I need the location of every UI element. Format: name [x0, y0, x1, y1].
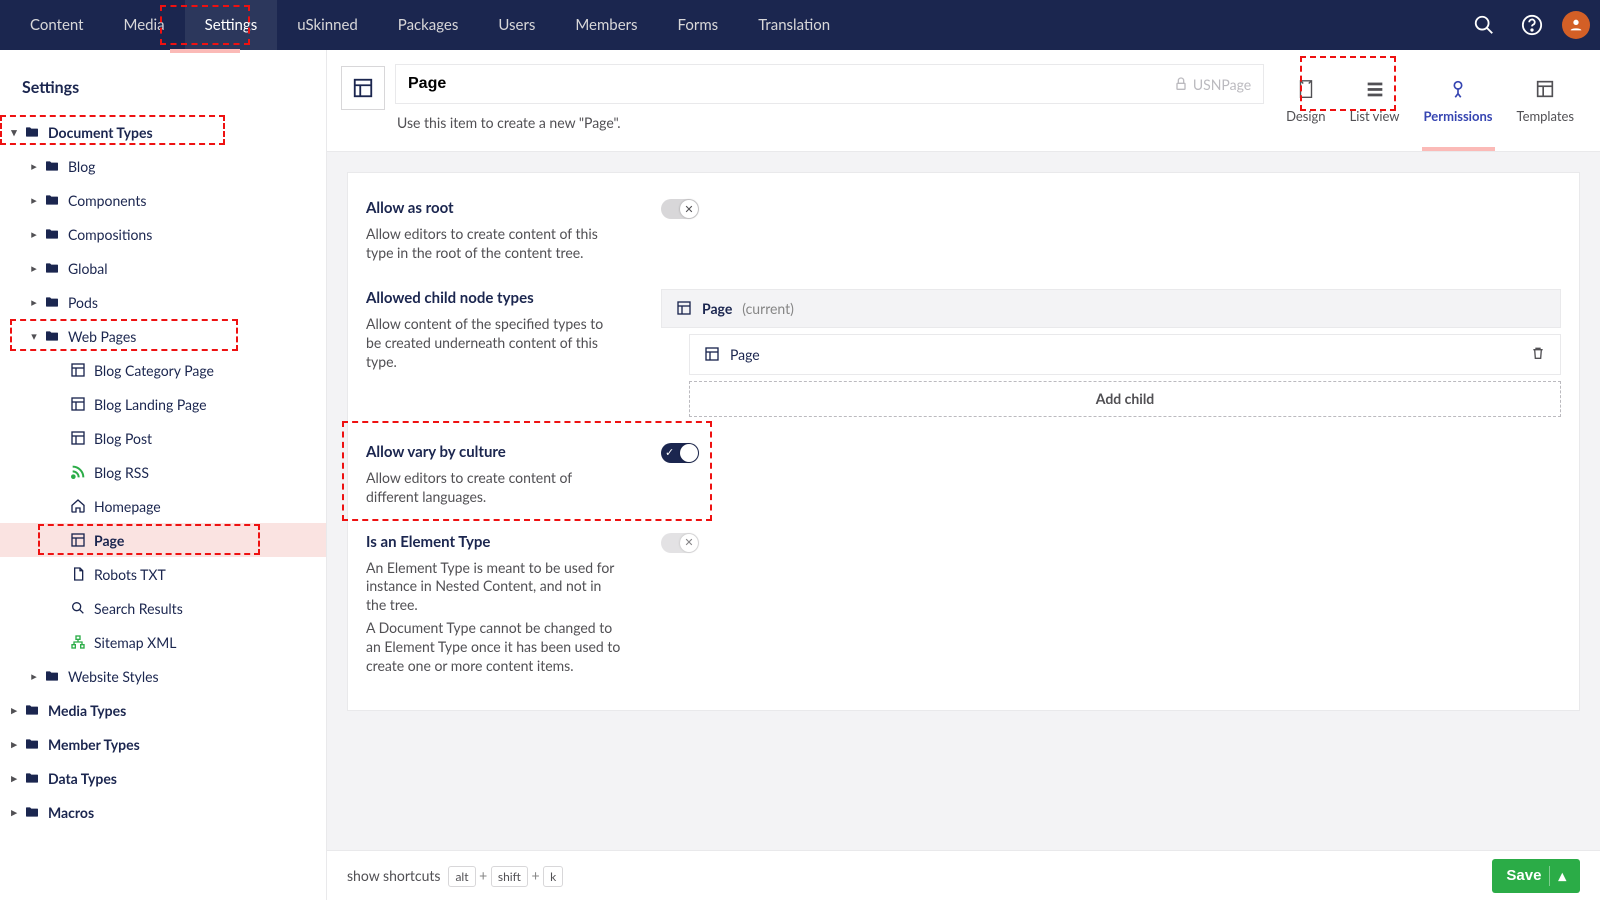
tree-website-styles[interactable]: ▸Website Styles: [0, 659, 326, 693]
doctype-icon[interactable]: [341, 66, 385, 110]
caret-icon: ▸: [6, 704, 22, 717]
element-type-toggle: ✕: [661, 533, 699, 553]
shortcuts-label[interactable]: show shortcuts: [347, 867, 440, 884]
caret-icon: ▸: [26, 296, 42, 309]
save-button[interactable]: Save ▴: [1492, 859, 1580, 893]
caret-icon: ▸: [26, 670, 42, 683]
tab-list-view[interactable]: List view: [1338, 60, 1412, 141]
tab-permissions[interactable]: Permissions: [1412, 60, 1505, 141]
nav-uskinned[interactable]: uSkinned: [277, 0, 378, 50]
tree-pods[interactable]: ▸Pods: [0, 285, 326, 319]
tree-search-results[interactable]: Search Results: [0, 591, 326, 625]
element-type-label: Is an Element Type: [366, 533, 621, 551]
allow-root-label: Allow as root: [366, 199, 621, 217]
nav-packages[interactable]: Packages: [378, 0, 479, 50]
trash-icon[interactable]: [1530, 345, 1546, 364]
layout-icon: [68, 396, 88, 412]
list-icon: [1364, 78, 1386, 103]
home-icon: [68, 498, 88, 514]
folder-icon: [22, 702, 42, 718]
caret-icon: ▸: [6, 738, 22, 751]
layout-icon: [68, 532, 88, 548]
tree-global[interactable]: ▸Global: [0, 251, 326, 285]
element-type-desc1: An Element Type is meant to be used for …: [366, 559, 621, 616]
nav-users[interactable]: Users: [478, 0, 555, 50]
allowed-children-desc: Allow content of the specified types to …: [366, 315, 621, 372]
tree-blog-post[interactable]: Blog Post: [0, 421, 326, 455]
tree-blog[interactable]: ▸Blog: [0, 149, 326, 183]
caret-icon: ▸: [26, 160, 42, 173]
folder-icon: [42, 260, 62, 276]
search-icon[interactable]: [1466, 7, 1502, 43]
tree-homepage[interactable]: Homepage: [0, 489, 326, 523]
nav-forms[interactable]: Forms: [658, 0, 739, 50]
allowed-child-current: Page (current): [661, 289, 1561, 328]
tree-components[interactable]: ▸Components: [0, 183, 326, 217]
design-icon: [1295, 78, 1317, 103]
allow-root-toggle[interactable]: ✕: [661, 199, 699, 219]
nav-settings[interactable]: Settings: [185, 0, 278, 50]
vary-culture-desc: Allow editors to create content of diffe…: [366, 469, 621, 507]
caret-icon: ▸: [26, 262, 42, 275]
doctype-name-input[interactable]: [408, 75, 1173, 93]
folder-icon: [22, 770, 42, 786]
allowed-children-label: Allowed child node types: [366, 289, 621, 307]
caret-icon: ▸: [26, 228, 42, 241]
element-type-desc2: A Document Type cannot be changed to an …: [366, 619, 621, 676]
nav-members[interactable]: Members: [555, 0, 657, 50]
caret-up-icon: ▴: [1558, 867, 1566, 885]
doctype-alias: USNPage: [1173, 76, 1251, 93]
nav-content[interactable]: Content: [10, 0, 104, 50]
folder-icon: [42, 192, 62, 208]
doc-icon: [68, 566, 88, 582]
tree-blog-landing-page[interactable]: Blog Landing Page: [0, 387, 326, 421]
folder-icon: [42, 294, 62, 310]
avatar[interactable]: [1562, 11, 1590, 39]
vary-culture-toggle[interactable]: ✓: [661, 443, 699, 463]
add-child-button[interactable]: Add child: [689, 381, 1561, 417]
rss-icon: [68, 464, 88, 480]
folder-icon: [22, 736, 42, 752]
folder-icon: [22, 804, 42, 820]
caret-icon: ▸: [6, 806, 22, 819]
tree-member-types[interactable]: ▸Member Types: [0, 727, 326, 761]
tree-document-types[interactable]: ▾Document Types: [0, 115, 326, 149]
tree-web-pages[interactable]: ▾Web Pages: [0, 319, 326, 353]
folder-icon: [42, 668, 62, 684]
caret-icon: ▸: [6, 772, 22, 785]
tree-robots-txt[interactable]: Robots TXT: [0, 557, 326, 591]
caret-icon: ▸: [26, 194, 42, 207]
tree-macros[interactable]: ▸Macros: [0, 795, 326, 829]
layout-icon: [68, 362, 88, 378]
tmpl-icon: [1534, 78, 1556, 103]
tree-media-types[interactable]: ▸Media Types: [0, 693, 326, 727]
doctype-description[interactable]: Use this item to create a new "Page".: [395, 104, 1264, 131]
folder-icon: [42, 226, 62, 242]
vary-culture-label: Allow vary by culture: [366, 443, 621, 461]
sitemap-icon: [68, 634, 88, 650]
search-icon: [68, 600, 88, 616]
tab-templates[interactable]: Templates: [1505, 60, 1587, 141]
tab-design[interactable]: Design: [1274, 60, 1337, 141]
nav-translation[interactable]: Translation: [738, 0, 850, 50]
layout-icon: [68, 430, 88, 446]
tree-compositions[interactable]: ▸Compositions: [0, 217, 326, 251]
help-icon[interactable]: [1514, 7, 1550, 43]
tree-sitemap-xml[interactable]: Sitemap XML: [0, 625, 326, 659]
allow-root-desc: Allow editors to create content of this …: [366, 225, 621, 263]
tree-blog-rss[interactable]: Blog RSS: [0, 455, 326, 489]
perm-icon: [1447, 78, 1469, 103]
sidebar-title: Settings: [0, 78, 326, 115]
tree-data-types[interactable]: ▸Data Types: [0, 761, 326, 795]
tree-page[interactable]: Page: [0, 523, 326, 557]
tree-blog-category-page[interactable]: Blog Category Page: [0, 353, 326, 387]
nav-media[interactable]: Media: [104, 0, 185, 50]
folder-icon: [42, 158, 62, 174]
allowed-child-row[interactable]: Page: [689, 334, 1561, 375]
